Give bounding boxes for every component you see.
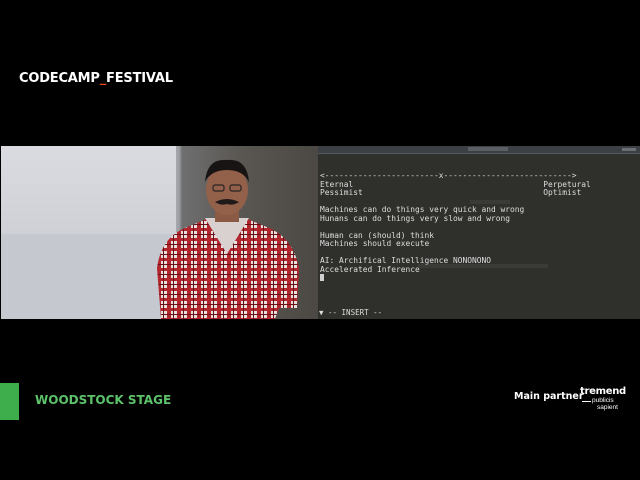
text-cursor bbox=[320, 274, 324, 281]
vim-mode-indicator: ▼ -- INSERT -- bbox=[319, 308, 382, 317]
speaker-video bbox=[1, 146, 319, 319]
stage-name: WOODSTOCK STAGE bbox=[35, 393, 172, 407]
address-bar[interactable] bbox=[468, 147, 508, 151]
stage-color-marker bbox=[0, 383, 19, 420]
browser-controls[interactable] bbox=[622, 148, 636, 151]
brand-tail: FESTIVAL bbox=[106, 71, 173, 86]
partner-logo-top: tremend bbox=[580, 386, 626, 397]
partner-logo-mid: publicis bbox=[592, 397, 614, 404]
speaker-figure bbox=[157, 159, 299, 319]
partner-logo-bot: sapient bbox=[597, 404, 618, 411]
browser-toolbar bbox=[318, 146, 640, 154]
terminal-window: <------------------------x--------------… bbox=[318, 146, 640, 319]
codecamp-festival-logo: CODECAMP_FESTIVAL bbox=[19, 71, 173, 86]
brand-main: CODECAMP bbox=[19, 71, 100, 86]
vim-icon: ▼ bbox=[319, 308, 324, 317]
partner-logo-divider bbox=[582, 401, 591, 402]
terminal-line: Hunans can do things very slow and wrong bbox=[320, 213, 511, 223]
partner-logo: tremend publicis sapient bbox=[578, 386, 626, 414]
terminal-line: Machines should execute bbox=[320, 239, 430, 248]
terminal-line: Pessimist Optimist bbox=[320, 188, 582, 197]
partner-label: Main partner bbox=[514, 391, 584, 402]
terminal-cursor-line bbox=[320, 274, 591, 283]
terminal-text: <------------------------x--------------… bbox=[320, 171, 591, 283]
vim-mode-label: -- INSERT -- bbox=[328, 308, 383, 317]
terminal-line: Accelerated Inference bbox=[320, 264, 420, 274]
